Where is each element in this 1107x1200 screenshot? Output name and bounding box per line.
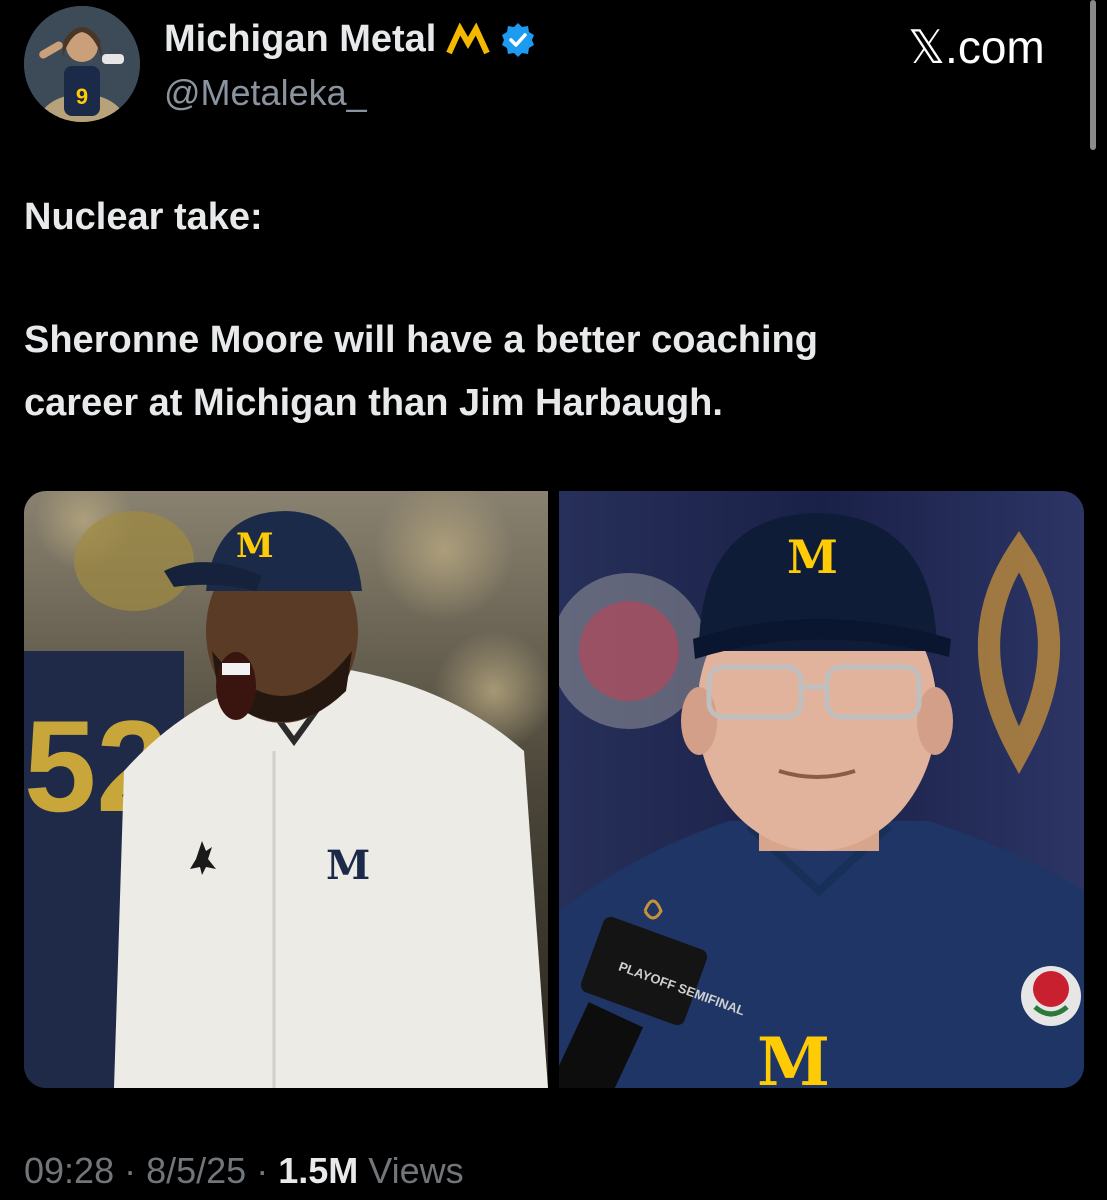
media-photo-left[interactable]: 52 M M (24, 491, 548, 1088)
author-display-name[interactable]: Michigan Metal (164, 18, 436, 61)
x-com-watermark: 𝕏.com (908, 21, 1045, 73)
photo-jim-harbaugh: M M PLAYOFF SEMIFINAL (559, 491, 1084, 1088)
m-logo-icon (446, 22, 491, 54)
tweet-text-line-1: Nuclear take: (24, 196, 263, 238)
tweet-meta: 09:28 · 8/5/25 · 1.5M Views (24, 1150, 464, 1192)
verified-badge-icon (502, 22, 535, 57)
meta-separator: · (114, 1150, 147, 1191)
avatar-image: 9 (24, 6, 140, 122)
views-label: Views (358, 1150, 464, 1191)
photo-sherrone-moore: 52 M M (24, 491, 548, 1088)
scrollbar[interactable] (1090, 0, 1096, 150)
cap-logo-right: M (787, 530, 838, 584)
author-handle[interactable]: @Metaleka_ (164, 72, 367, 114)
shirt-logo-right: M (757, 1023, 830, 1088)
chest-logo-left: M (326, 842, 370, 889)
tweet-time[interactable]: 09:28 (24, 1150, 114, 1191)
tweet-text-line-3: career at Michigan than Jim Harbaugh. (24, 382, 723, 424)
tweet-date[interactable]: 8/5/25 (146, 1150, 246, 1191)
meta-separator: · (246, 1150, 279, 1191)
tweet: 9 Michigan Metal @Metaleka_ 𝕏.com Nuclea… (0, 0, 1107, 1200)
avatar[interactable]: 9 (24, 6, 140, 122)
author-name-row[interactable]: Michigan Metal (164, 18, 536, 61)
tweet-text-line-2: Sheronne Moore will have a better coachi… (24, 319, 818, 361)
media-photo-right[interactable]: M M PLAYOFF SEMIFINAL (559, 491, 1084, 1088)
svg-text:9: 9 (76, 84, 88, 109)
cap-logo-left: M (236, 526, 274, 566)
views-count: 1.5M (278, 1150, 359, 1191)
